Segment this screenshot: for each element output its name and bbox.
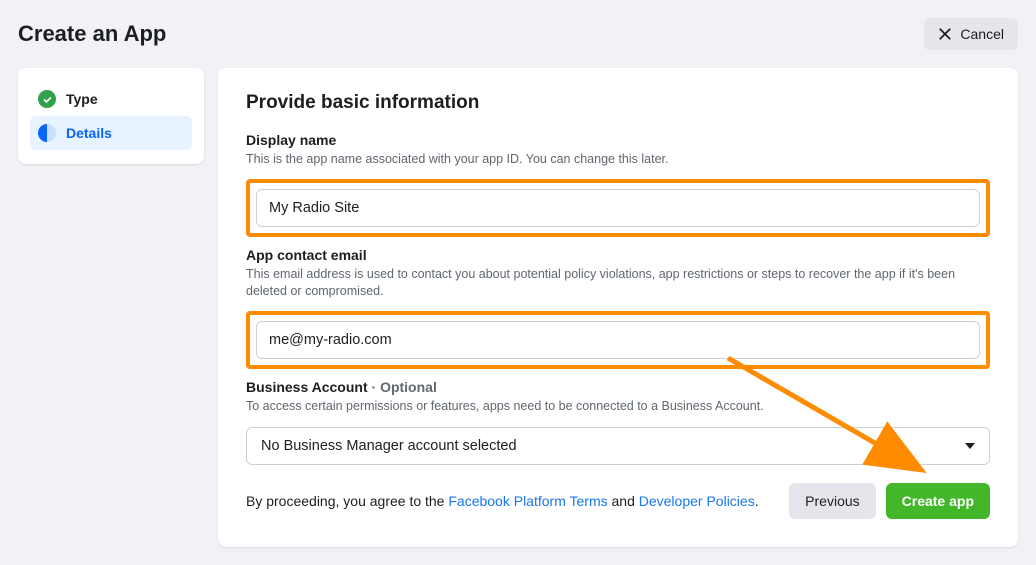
display-name-label: Display name: [246, 132, 990, 148]
display-name-desc: This is the app name associated with you…: [246, 151, 990, 167]
checkmark-icon: [38, 90, 56, 108]
progress-icon: [38, 124, 56, 142]
cancel-button[interactable]: Cancel: [924, 18, 1018, 50]
create-app-button[interactable]: Create app: [886, 483, 990, 519]
business-account-desc: To access certain permissions or feature…: [246, 398, 990, 415]
contact-email-highlight: [246, 311, 990, 369]
sidebar: Type Details: [18, 68, 204, 164]
step-type[interactable]: Type: [30, 82, 192, 116]
business-account-group: Business Account · Optional To access ce…: [246, 379, 990, 415]
contact-email-group: App contact email This email address is …: [246, 247, 990, 299]
main-panel: Provide basic information Display name T…: [218, 68, 1018, 547]
contact-email-input[interactable]: [256, 321, 980, 359]
business-account-selected: No Business Manager account selected: [261, 438, 517, 454]
display-name-group: Display name This is the app name associ…: [246, 132, 990, 167]
annotation-arrow-icon: [718, 348, 948, 488]
step-label: Details: [66, 125, 112, 141]
previous-button[interactable]: Previous: [789, 483, 875, 519]
display-name-highlight: [246, 179, 990, 237]
display-name-input[interactable]: [256, 189, 980, 227]
close-icon: [938, 27, 952, 41]
business-account-select[interactable]: No Business Manager account selected: [246, 427, 990, 465]
terms-text: By proceeding, you agree to the Facebook…: [246, 493, 759, 509]
step-label: Type: [66, 91, 98, 107]
business-account-label: Business Account · Optional: [246, 379, 990, 395]
chevron-down-icon: [965, 443, 975, 449]
contact-email-label: App contact email: [246, 247, 990, 263]
developer-policies-link[interactable]: Developer Policies: [639, 493, 755, 509]
contact-email-desc: This email address is used to contact yo…: [246, 266, 990, 299]
cancel-label: Cancel: [960, 26, 1004, 42]
page-title: Create an App: [18, 21, 166, 47]
main-title: Provide basic information: [246, 92, 990, 114]
platform-terms-link[interactable]: Facebook Platform Terms: [448, 493, 607, 509]
step-details[interactable]: Details: [30, 116, 192, 150]
